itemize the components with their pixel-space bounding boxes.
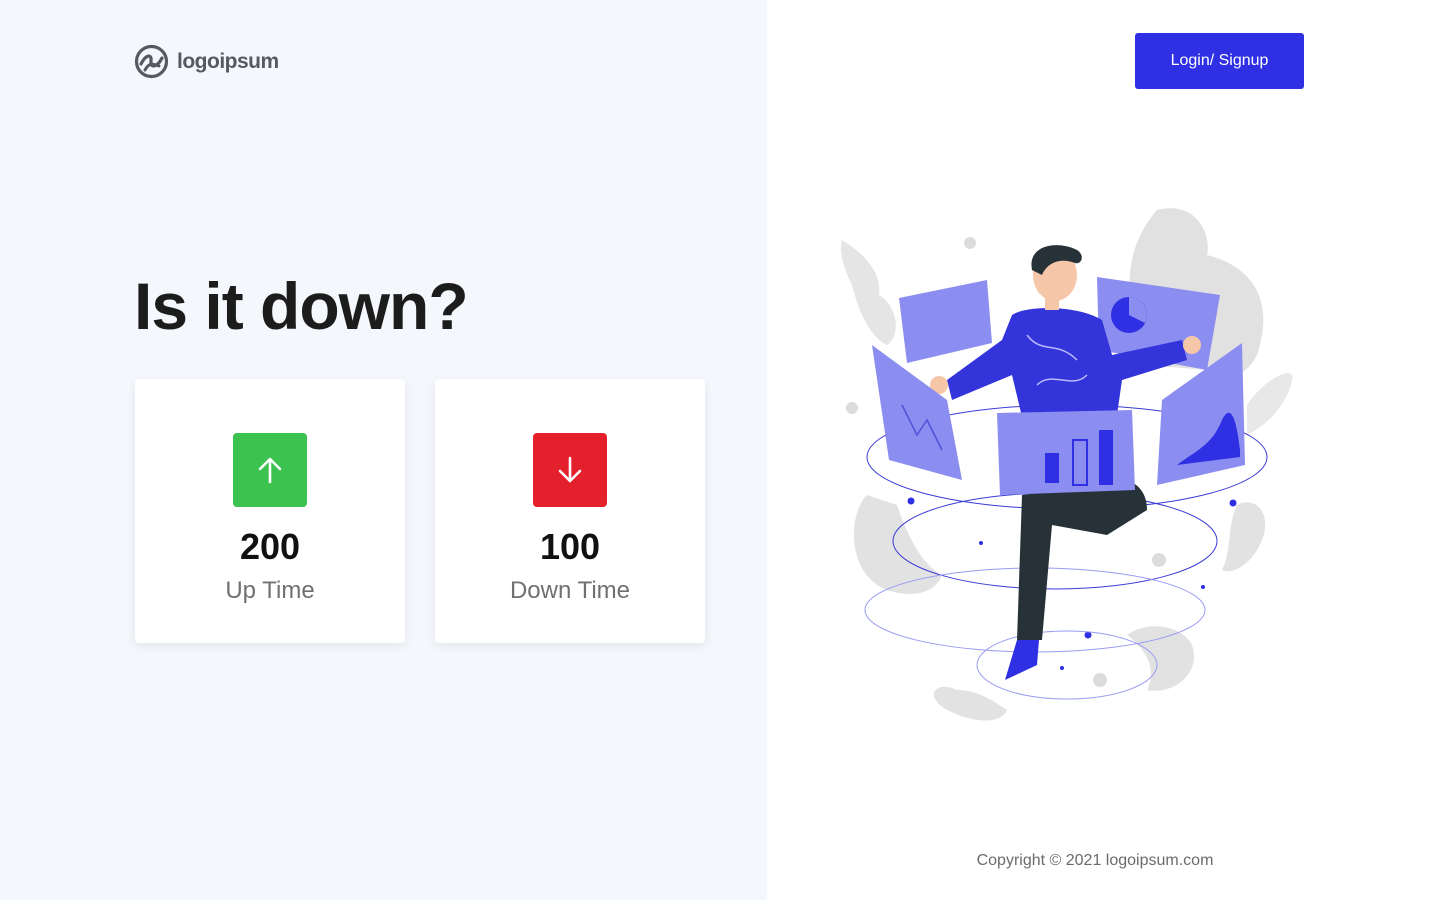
foliage-left: [840, 240, 896, 345]
right-pane: Login/ Signup Copyright © 2021 logoipsum…: [767, 0, 1440, 900]
foliage-bottom-mid: [933, 686, 1007, 721]
foliage-bottom-left: [853, 495, 942, 595]
downtime-value: 100: [539, 526, 601, 567]
foliage-right-leaf: [1247, 373, 1293, 435]
foliage-bottom-right: [1127, 626, 1194, 691]
orbit-ring-3: [976, 630, 1158, 700]
left-pane: logoipsum Is it down? 200 Up Time 100 Do…: [0, 0, 767, 900]
arrow-up-icon: [258, 457, 282, 484]
uptime-label: Up Time: [225, 577, 315, 604]
downtime-card: 100 Down Time: [435, 379, 705, 643]
uptime-value: 200: [239, 526, 301, 567]
panel-front-left: [872, 345, 962, 480]
hero-illustration: [840, 208, 1293, 721]
login-signup-button[interactable]: Login/ Signup: [1135, 33, 1304, 89]
uptime-card: 200 Up Time: [135, 379, 405, 643]
logo[interactable]: logoipsum: [134, 44, 279, 79]
logo-text: logoipsum: [177, 49, 279, 73]
person-legs: [1017, 478, 1147, 640]
panel-back-left: [899, 280, 992, 363]
downtime-icon-box: [533, 433, 607, 507]
page-title: Is it down?: [134, 269, 469, 343]
uptime-icon-box: [233, 433, 307, 507]
arrow-down-icon: [558, 456, 582, 483]
downtime-label: Down Time: [509, 577, 631, 604]
copyright-text: Copyright © 2021 logoipsum.com: [976, 852, 1214, 869]
foliage-right-bush: [1222, 502, 1266, 572]
person-shoe: [1005, 640, 1039, 680]
panel-front-center: [997, 410, 1135, 495]
logo-mark-icon: [134, 44, 169, 79]
